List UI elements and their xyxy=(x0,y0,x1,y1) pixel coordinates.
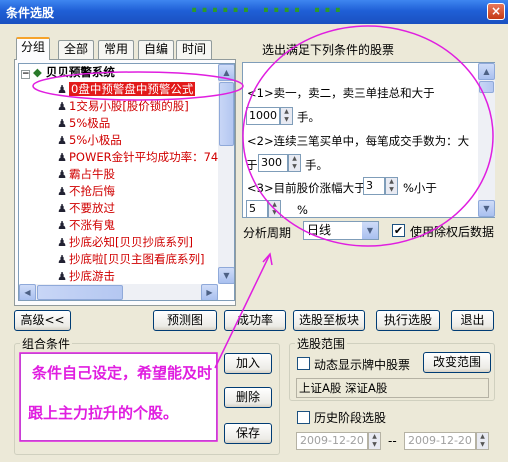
annotation-arrow xyxy=(214,253,271,369)
annotation-ellipse-small xyxy=(32,71,244,101)
tab-group[interactable]: 分组 xyxy=(16,37,50,60)
annotation-line-2: 跟上主力拉升的个股。 xyxy=(28,404,179,422)
annotation-overlay xyxy=(19,25,494,442)
annotation-ellipse-large xyxy=(242,25,494,247)
annotation-line-1: 条件自己设定，希望能及时 xyxy=(32,364,213,382)
